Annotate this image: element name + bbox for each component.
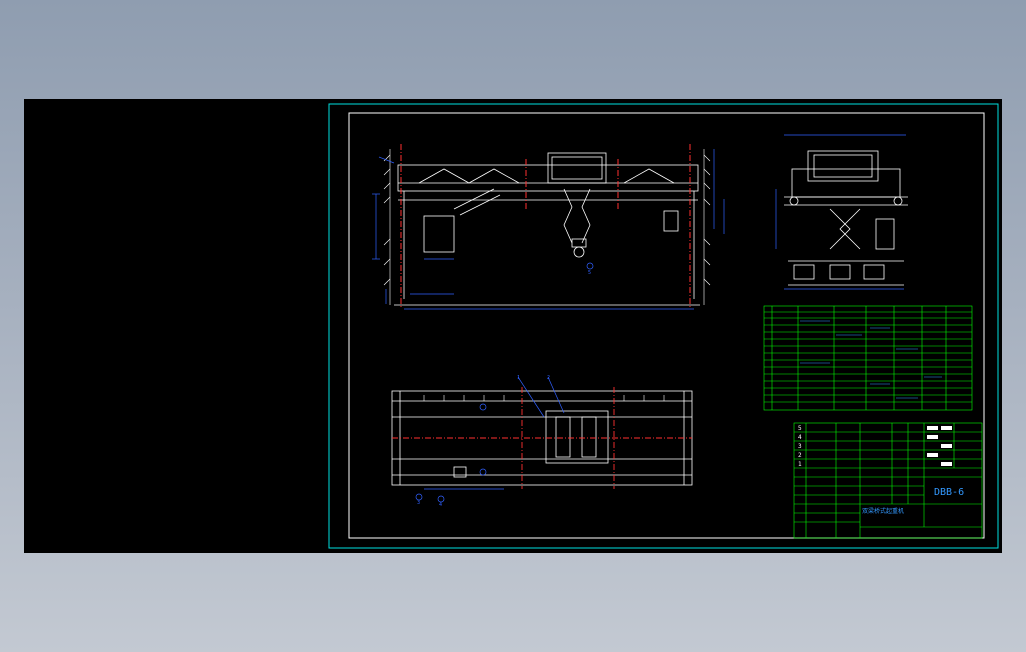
rev-row-4: 4 — [798, 434, 802, 441]
plan-centerlines — [392, 387, 692, 489]
title-block — [793, 422, 983, 539]
plan-dimensions — [424, 376, 565, 490]
balloon-2: 2 — [547, 375, 550, 381]
side-elevation-view — [784, 150, 908, 286]
drawing-frame — [348, 112, 985, 539]
sheet-border — [328, 103, 999, 549]
balloon-3: 3 — [417, 500, 420, 506]
rev-row-1: 1 — [798, 461, 802, 468]
rev-row-2: 2 — [798, 452, 802, 459]
balloon-1: 1 — [517, 375, 520, 381]
cad-viewport[interactable]: 5 4 3 2 1 DBB-6 双梁桥式起重机 1 2 3 4 5 — [24, 99, 1002, 553]
balloon-5: 5 — [588, 270, 591, 276]
cad-drawing-canvas[interactable]: 5 4 3 2 1 DBB-6 双梁桥式起重机 1 2 3 4 5 — [24, 99, 1002, 553]
side-dimensions — [775, 134, 906, 290]
drawing-number: DBB-6 — [934, 487, 964, 498]
balloon-4: 4 — [439, 502, 442, 508]
parts-list-marks — [800, 320, 942, 399]
drawing-description: 双梁桥式起重机 — [862, 507, 904, 515]
balloons — [415, 262, 594, 503]
rev-row-5: 5 — [798, 425, 802, 432]
front-elevation-view — [383, 149, 711, 306]
parts-list-table — [763, 305, 973, 411]
rev-row-3: 3 — [798, 443, 802, 450]
rev-row-labels: 5 4 3 2 1 — [798, 425, 802, 468]
balloon-labels: 1 2 3 4 5 — [417, 270, 591, 508]
